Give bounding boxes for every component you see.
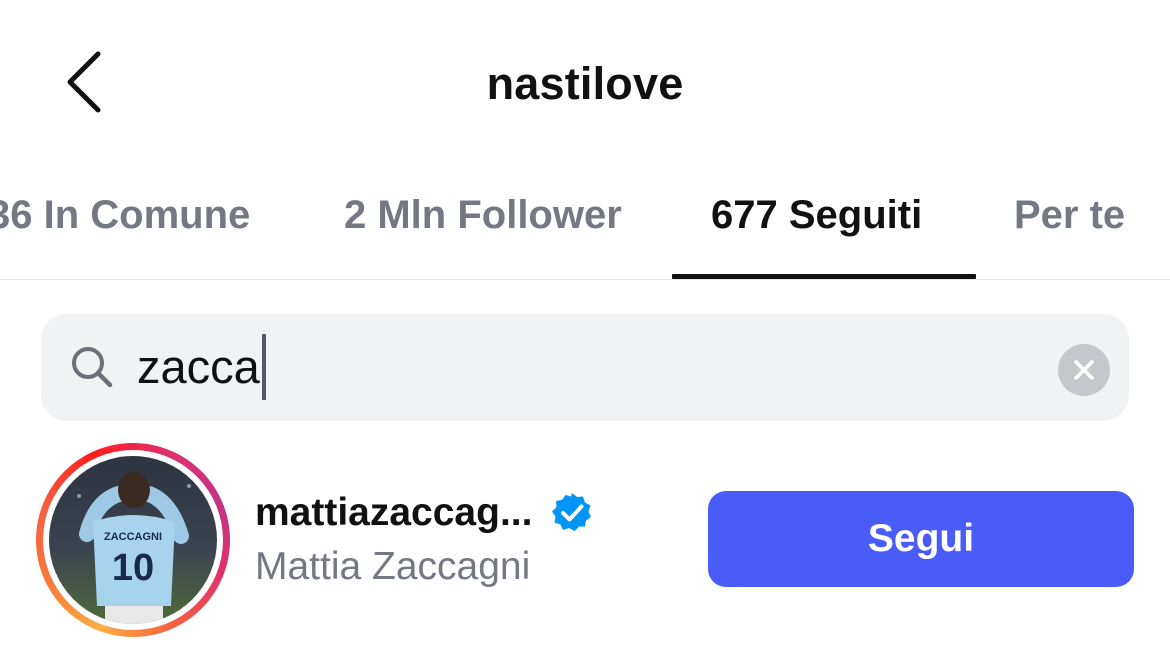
avatar[interactable]: ZACCAGNI 10 (49, 456, 217, 624)
avatar-image: ZACCAGNI 10 (49, 456, 217, 624)
user-result-row[interactable]: mattiazaccag... (255, 488, 594, 538)
jersey-number: 10 (112, 547, 154, 589)
search-icon (72, 347, 113, 388)
search-input[interactable]: zacca (137, 330, 266, 404)
tab-followers[interactable]: 2 Mln Follower (344, 190, 622, 240)
following-page: nastilove 36 In Comune 2 Mln Follower 67… (0, 0, 1170, 666)
follow-button[interactable]: Segui (708, 491, 1134, 587)
tab-for-you[interactable]: Per te (1014, 190, 1125, 240)
jersey-name: ZACCAGNI (104, 531, 162, 543)
page-title: nastilove (486, 58, 684, 109)
tab-following[interactable]: 677 Seguiti (711, 190, 922, 240)
search-input-value: zacca (137, 340, 260, 393)
full-name: Mattia Zaccagni (255, 545, 531, 588)
tab-bar: 36 In Comune 2 Mln Follower 677 Seguiti … (0, 170, 1170, 280)
header: nastilove (0, 0, 1170, 170)
verified-badge-icon (552, 493, 592, 531)
story-ring[interactable]: ZACCAGNI 10 (36, 443, 230, 637)
tab-mutual[interactable]: 36 In Comune (0, 190, 250, 240)
clear-icon (1074, 360, 1094, 380)
search-bar[interactable]: zacca (41, 314, 1129, 421)
clear-search-button[interactable] (1058, 344, 1110, 396)
text-caret (261, 333, 266, 400)
active-tab-indicator (672, 274, 976, 279)
username[interactable]: mattiazaccag... (255, 491, 532, 535)
avatar-frame: ZACCAGNI 10 (43, 450, 223, 630)
